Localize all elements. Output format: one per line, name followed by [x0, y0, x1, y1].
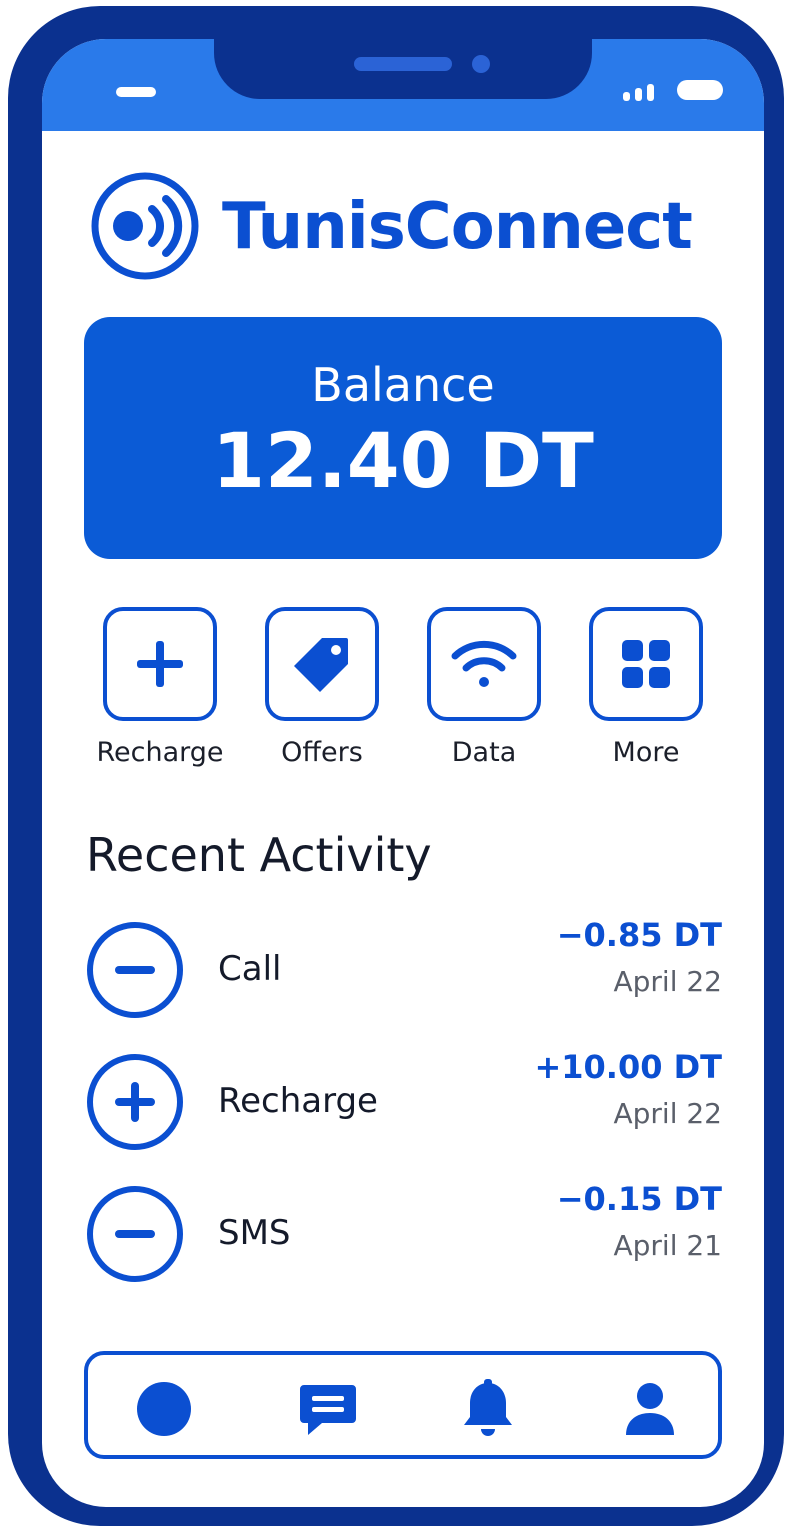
wifi-icon	[451, 640, 517, 687]
action-label: Recharge	[96, 737, 224, 768]
app-title: TunisConnect	[222, 190, 693, 264]
section-title: Recent Activity	[86, 828, 432, 882]
plus-icon	[137, 641, 183, 687]
grid-icon	[622, 640, 670, 688]
signal-icon	[623, 81, 659, 101]
minus-circle-icon	[87, 1186, 183, 1282]
screen: TunisConnect Balance 12.40 DT Recharge O…	[42, 39, 764, 1507]
balance-value: 12.40 DT	[212, 416, 594, 505]
activity-name: Recharge	[218, 1081, 378, 1121]
activity-row[interactable]: Recharge +10.00 DT April 22	[86, 1048, 722, 1153]
action-label: Offers	[281, 737, 363, 768]
balance-card[interactable]: Balance 12.40 DT	[84, 317, 722, 559]
bell-icon[interactable]	[458, 1379, 518, 1439]
activity-name: SMS	[218, 1213, 291, 1253]
plus-circle-icon	[87, 1054, 183, 1150]
status-bar	[42, 39, 764, 131]
data-action-button[interactable]: Data	[404, 607, 564, 771]
activity-row[interactable]: Call −0.85 DT April 22	[86, 916, 722, 1021]
logo-icon	[91, 172, 199, 280]
balance-label: Balance	[311, 358, 495, 412]
activity-date: April 21	[613, 1229, 722, 1262]
tag-icon	[294, 638, 348, 692]
offers-action-button[interactable]: Offers	[242, 607, 402, 771]
action-label: Data	[451, 737, 517, 768]
more-action-button[interactable]: More	[566, 607, 726, 771]
minus-circle-icon	[87, 922, 183, 1018]
activity-date: April 22	[613, 1097, 722, 1130]
profile-icon[interactable]	[620, 1379, 680, 1439]
home-circle-icon[interactable]	[134, 1379, 194, 1439]
activity-amount: −0.85 DT	[556, 916, 722, 954]
recharge-action-button[interactable]: Recharge	[80, 607, 240, 771]
activity-name: Call	[218, 949, 282, 989]
battery-icon	[677, 80, 723, 100]
activity-date: April 22	[613, 965, 722, 998]
activity-row[interactable]: SMS −0.15 DT April 21	[86, 1180, 722, 1285]
bottom-tab-bar	[84, 1351, 722, 1459]
activity-amount: −0.15 DT	[556, 1180, 722, 1218]
activity-amount: +10.00 DT	[534, 1048, 722, 1086]
message-icon[interactable]	[298, 1379, 358, 1439]
speaker	[354, 57, 452, 71]
notch	[214, 39, 592, 99]
action-label: More	[612, 737, 680, 768]
phone-frame: TunisConnect Balance 12.40 DT Recharge O…	[8, 6, 784, 1526]
status-dash-icon	[116, 87, 156, 97]
camera-icon	[472, 55, 490, 73]
